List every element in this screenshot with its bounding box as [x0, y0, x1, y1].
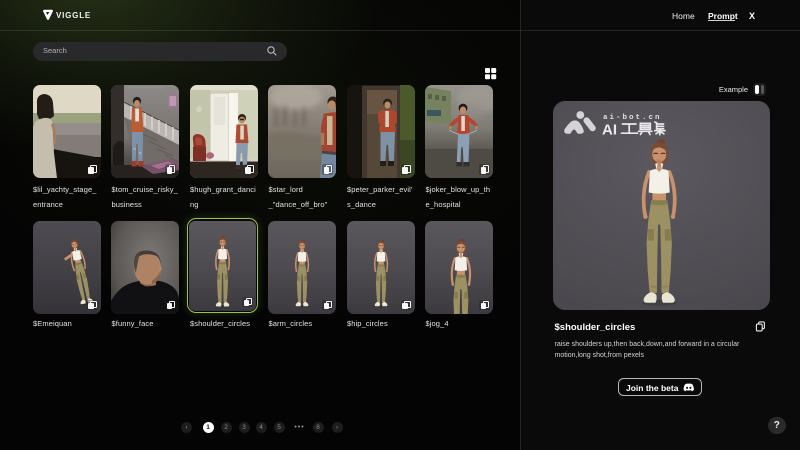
svg-text:AI: AI	[602, 121, 617, 138]
